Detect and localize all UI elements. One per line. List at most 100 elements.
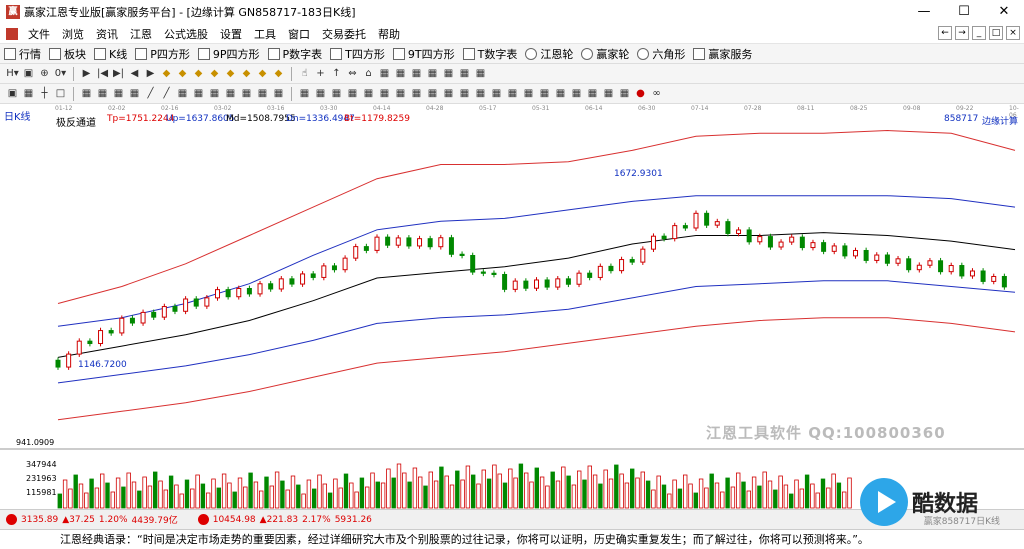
draw-tool-icon[interactable]: ◆ — [240, 67, 253, 80]
analysis-tool-icon[interactable]: ▦ — [554, 87, 567, 100]
analysis-tool-icon[interactable]: ▦ — [378, 87, 391, 100]
draw-tool-icon[interactable]: ▦ — [474, 67, 487, 80]
draw-tool-icon[interactable]: ◆ — [224, 67, 237, 80]
analysis-tool-icon[interactable]: ▦ — [442, 87, 455, 100]
menu-info[interactable]: 资讯 — [90, 26, 124, 42]
analysis-tool-icon[interactable]: ▦ — [346, 87, 359, 100]
draw-tool-icon[interactable]: ⌂ — [362, 67, 375, 80]
menu-gann[interactable]: 江恩 — [124, 26, 158, 42]
draw-tool-icon[interactable]: ▦ — [394, 67, 407, 80]
tool-quotes[interactable]: 行情 — [0, 46, 45, 62]
tool-9p-square[interactable]: 9P四方形 — [194, 46, 264, 62]
draw-tool-icon[interactable]: ▦ — [442, 67, 455, 80]
draw-tool-icon[interactable]: ⊕ — [38, 67, 51, 80]
draw-tool-icon[interactable]: ▶ — [144, 67, 157, 80]
draw-tool-icon[interactable]: |◀ — [96, 67, 109, 80]
menu-file[interactable]: 文件 — [22, 26, 56, 42]
analysis-tool-icon[interactable]: ▦ — [602, 87, 615, 100]
analysis-tool-icon[interactable]: ▦ — [176, 87, 189, 100]
analysis-tool-icon[interactable]: ▦ — [224, 87, 237, 100]
tool-winner-wheel[interactable]: 赢家轮 — [577, 46, 633, 62]
tool-9t-square[interactable]: 9T四方形 — [389, 46, 459, 62]
analysis-tool-icon[interactable]: ▦ — [570, 87, 583, 100]
app-menu-icon[interactable] — [6, 27, 18, 40]
mdi-restore-icon[interactable]: □ — [989, 26, 1003, 40]
menu-browse[interactable]: 浏览 — [56, 26, 90, 42]
draw-tool-icon[interactable]: ⇔ — [346, 67, 359, 80]
tool-gann-wheel[interactable]: 江恩轮 — [521, 46, 577, 62]
analysis-tool-icon[interactable]: ▣ — [6, 87, 19, 100]
analysis-tool-icon[interactable]: ▦ — [192, 87, 205, 100]
draw-tool-icon[interactable]: ▦ — [378, 67, 391, 80]
close-button[interactable]: ✕ — [984, 0, 1024, 24]
analysis-tool-icon[interactable]: ▦ — [506, 87, 519, 100]
analysis-tool-icon[interactable]: ▦ — [474, 87, 487, 100]
draw-tool-icon[interactable]: ▶ — [80, 67, 93, 80]
mdi-minimize-icon[interactable]: _ — [972, 26, 986, 40]
analysis-tool-icon[interactable]: ▦ — [22, 87, 35, 100]
draw-tool-icon[interactable]: ◆ — [256, 67, 269, 80]
menu-tools[interactable]: 工具 — [248, 26, 282, 42]
maximize-button[interactable]: ☐ — [944, 0, 984, 24]
draw-tool-icon[interactable]: ◆ — [176, 67, 189, 80]
draw-tool-icon[interactable]: 0▾ — [54, 67, 67, 80]
analysis-tool-icon[interactable]: ▦ — [256, 87, 269, 100]
analysis-tool-icon[interactable]: ∞ — [650, 87, 663, 100]
draw-tool-icon[interactable]: ▦ — [426, 67, 439, 80]
analysis-tool-icon[interactable]: ╱ — [160, 87, 173, 100]
draw-tool-icon[interactable]: ▣ — [22, 67, 35, 80]
tool-t-table[interactable]: T数字表 — [459, 46, 522, 62]
tool-service[interactable]: 赢家服务 — [689, 46, 756, 62]
analysis-tool-icon[interactable]: ▦ — [128, 87, 141, 100]
draw-tool-icon[interactable]: H▾ — [6, 67, 19, 80]
analysis-tool-icon[interactable]: ▦ — [330, 87, 343, 100]
analysis-tool-icon[interactable]: ▦ — [394, 87, 407, 100]
analysis-tool-icon[interactable]: ▦ — [272, 87, 285, 100]
analysis-tool-icon[interactable]: ▦ — [298, 87, 311, 100]
menu-help[interactable]: 帮助 — [372, 26, 406, 42]
tool-p-square[interactable]: P四方形 — [131, 46, 194, 62]
draw-tool-icon[interactable]: ☝ — [298, 67, 311, 80]
draw-tool-icon[interactable]: ▶| — [112, 67, 125, 80]
analysis-tool-icon[interactable]: ▦ — [96, 87, 109, 100]
draw-tool-icon[interactable]: ↑ — [330, 67, 343, 80]
analysis-tool-icon[interactable]: ● — [634, 87, 647, 100]
analysis-tool-icon[interactable]: ▦ — [522, 87, 535, 100]
draw-tool-icon[interactable]: ◆ — [272, 67, 285, 80]
analysis-tool-icon[interactable]: ▦ — [410, 87, 423, 100]
analysis-tool-icon[interactable]: ▦ — [538, 87, 551, 100]
analysis-tool-icon[interactable]: ▦ — [240, 87, 253, 100]
menu-formula[interactable]: 公式选股 — [158, 26, 214, 42]
analysis-tool-icon[interactable]: ┼ — [38, 87, 51, 100]
draw-tool-icon[interactable]: ◆ — [160, 67, 173, 80]
index-sz[interactable]: 10454.98 ▲221.83 2.17% 5931.26 — [197, 514, 372, 525]
draw-tool-icon[interactable]: + — [314, 67, 327, 80]
analysis-tool-icon[interactable]: ▦ — [618, 87, 631, 100]
analysis-tool-icon[interactable]: ▦ — [314, 87, 327, 100]
menu-trade[interactable]: 交易委托 — [316, 26, 372, 42]
analysis-tool-icon[interactable]: □ — [54, 87, 67, 100]
analysis-tool-icon[interactable]: ╱ — [144, 87, 157, 100]
index-sh[interactable]: 3135.89 ▲37.25 1.20% 4439.79亿 — [6, 513, 178, 526]
analysis-tool-icon[interactable]: ▦ — [490, 87, 503, 100]
draw-tool-icon[interactable]: ▦ — [458, 67, 471, 80]
tool-sectors[interactable]: 板块 — [45, 46, 90, 62]
menu-window[interactable]: 窗口 — [282, 26, 316, 42]
draw-tool-icon[interactable]: ◀ — [128, 67, 141, 80]
tool-t-square[interactable]: T四方形 — [326, 46, 389, 62]
analysis-tool-icon[interactable]: ▦ — [458, 87, 471, 100]
tool-hexagon[interactable]: 六角形 — [633, 46, 689, 62]
tool-p-table[interactable]: P数字表 — [264, 46, 327, 62]
draw-tool-icon[interactable]: ◆ — [208, 67, 221, 80]
analysis-tool-icon[interactable]: ▦ — [586, 87, 599, 100]
draw-tool-icon[interactable]: ▦ — [410, 67, 423, 80]
analysis-tool-icon[interactable]: ▦ — [80, 87, 93, 100]
minimize-button[interactable]: — — [904, 0, 944, 24]
tool-kline[interactable]: K线 — [90, 46, 131, 62]
mdi-close-icon[interactable]: × — [1006, 26, 1020, 40]
analysis-tool-icon[interactable]: ▦ — [362, 87, 375, 100]
kline-chart[interactable]: 日K线 极反通道 Tp=1751.2244 Up=1637.8605 Md=15… — [0, 112, 1024, 509]
analysis-tool-icon[interactable]: ▦ — [426, 87, 439, 100]
back-icon[interactable]: ← — [938, 26, 952, 40]
analysis-tool-icon[interactable]: ▦ — [208, 87, 221, 100]
